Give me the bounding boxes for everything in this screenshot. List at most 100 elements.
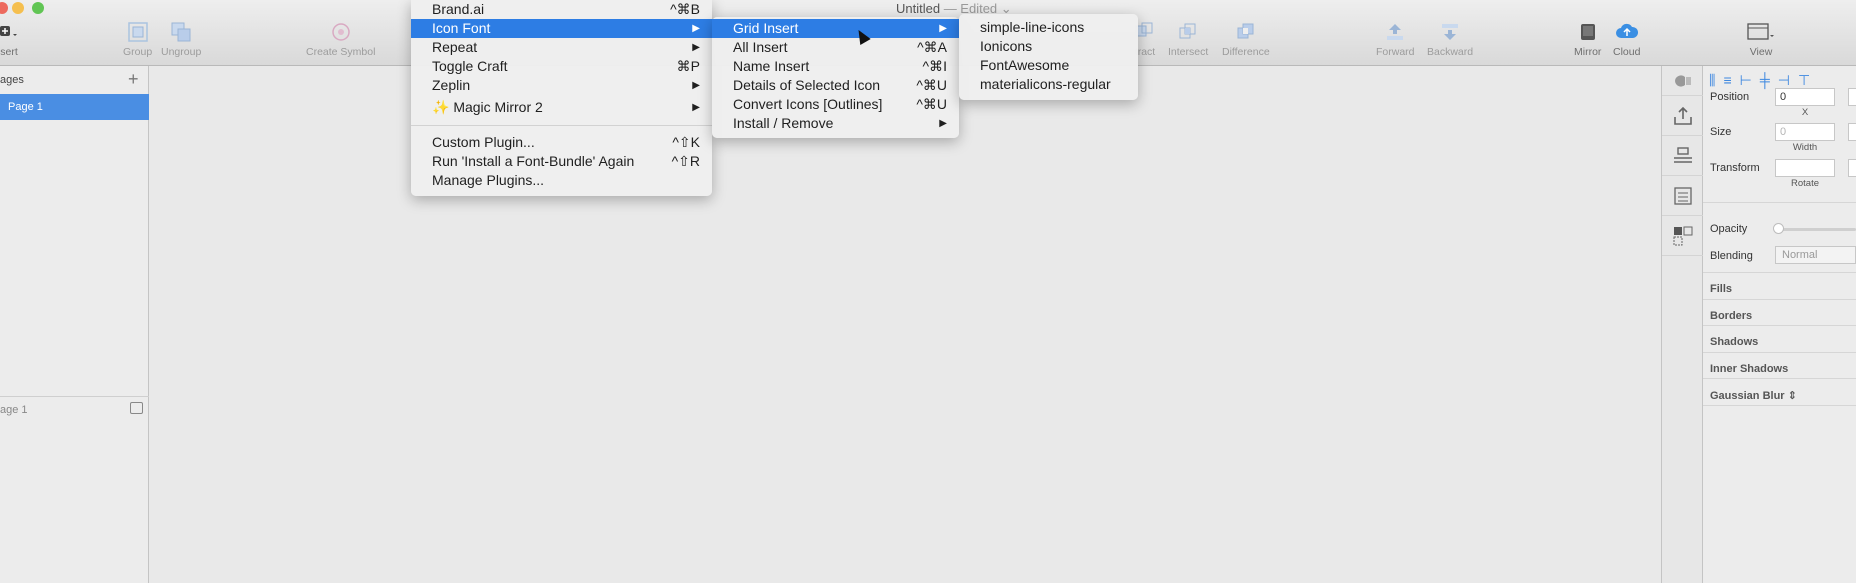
flip-input[interactable] bbox=[1848, 159, 1856, 177]
insert-button[interactable]: sert bbox=[0, 22, 18, 58]
blending-select[interactable]: Normal bbox=[1775, 246, 1856, 264]
shadows-section[interactable]: Shadows bbox=[1710, 336, 1758, 348]
intersect-label: Intersect bbox=[1168, 46, 1209, 58]
menu-item-install-remove[interactable]: Install / Remove ▶ bbox=[712, 114, 959, 133]
menu-item-icon-font[interactable]: Icon Font ▶ bbox=[411, 19, 712, 38]
window-close-button[interactable] bbox=[0, 2, 8, 14]
align-center-icon[interactable]: ╪ bbox=[1760, 72, 1770, 89]
window-zoom-button[interactable] bbox=[32, 2, 44, 14]
icon-font-submenu: Grid Insert ▶ All Insert ^⌘A Name Insert… bbox=[712, 17, 959, 138]
side-icon-strip bbox=[1661, 66, 1704, 583]
panel-divider[interactable] bbox=[0, 396, 149, 397]
canvas[interactable] bbox=[150, 66, 1661, 583]
menu-item-zeplin[interactable]: Zeplin ▶ bbox=[411, 76, 712, 95]
ungroup-label: Ungroup bbox=[161, 46, 202, 58]
menu-item-magic-mirror[interactable]: ✨ Magic Mirror 2 ▶ bbox=[411, 98, 712, 117]
menu-item-name-insert[interactable]: Name Insert ^⌘I bbox=[712, 57, 959, 76]
collapse-layers-icon[interactable] bbox=[130, 402, 143, 414]
menu-item-label: Custom Plugin... bbox=[432, 134, 535, 150]
view-label: View bbox=[1749, 46, 1773, 58]
alignment-bar: ⫼ ≡ ⊢ ╪ ⊣ ⊤ bbox=[1709, 72, 1810, 89]
align-top-icon[interactable]: ⊤ bbox=[1798, 72, 1810, 89]
position-y-input[interactable] bbox=[1848, 88, 1856, 106]
export-button[interactable] bbox=[1662, 96, 1704, 136]
width-input[interactable]: 0 bbox=[1775, 123, 1835, 141]
gaussian-blur-section[interactable]: Gaussian Blur ⇕ bbox=[1710, 389, 1797, 402]
inner-shadows-section[interactable]: Inner Shadows bbox=[1710, 363, 1788, 375]
forward-icon bbox=[1387, 24, 1404, 40]
menu-item-label: Zeplin bbox=[432, 77, 471, 93]
group-label: Group bbox=[123, 46, 153, 58]
menu-item-convert-icons[interactable]: Convert Icons [Outlines] ^⌘U bbox=[712, 95, 959, 114]
group-button[interactable]: Group bbox=[123, 22, 152, 58]
divider bbox=[1703, 405, 1856, 406]
mirror-button[interactable]: Mirror bbox=[1574, 22, 1601, 58]
menu-item-label: Icon Font bbox=[432, 20, 491, 36]
height-input[interactable] bbox=[1848, 123, 1856, 141]
fills-section[interactable]: Fills bbox=[1710, 283, 1732, 295]
craft-icon bbox=[1675, 74, 1691, 87]
divider bbox=[1703, 325, 1856, 326]
position-x-input[interactable]: 0 bbox=[1775, 88, 1835, 106]
menu-item-brand-ai[interactable]: Brand.ai ^⌘B bbox=[411, 0, 712, 19]
add-page-icon[interactable]: + bbox=[128, 69, 139, 90]
menu-item-label: Grid Insert bbox=[733, 20, 799, 36]
pages-panel: ages + Page 1 age 1 bbox=[0, 66, 149, 583]
ungroup-button[interactable]: Ungroup bbox=[161, 22, 201, 58]
menu-item-manage-plugins[interactable]: Manage Plugins... bbox=[411, 171, 712, 190]
menu-item-custom-plugin[interactable]: Custom Plugin... ^⇧K bbox=[411, 133, 712, 152]
rotate-input[interactable] bbox=[1775, 159, 1835, 177]
backward-icon bbox=[1442, 24, 1459, 40]
menu-item-toggle-craft[interactable]: Toggle Craft ⌘P bbox=[411, 57, 712, 76]
menu-item-repeat[interactable]: Repeat ▶ bbox=[411, 38, 712, 57]
window-minimize-button[interactable] bbox=[12, 2, 24, 14]
list-button[interactable] bbox=[1662, 176, 1704, 216]
forward-button[interactable]: Forward bbox=[1376, 22, 1415, 58]
view-button[interactable]: View bbox=[1747, 22, 1775, 58]
menu-item-run-install-again[interactable]: Run 'Install a Font-Bundle' Again ^⇧R bbox=[411, 152, 712, 171]
x-label: X bbox=[1801, 107, 1809, 118]
stack-icon bbox=[1674, 146, 1692, 163]
menu-item-fontawesome[interactable]: FontAwesome bbox=[959, 56, 1138, 75]
menu-item-materialicons-regular[interactable]: materialicons-regular bbox=[959, 75, 1138, 94]
menu-item-details-selected-icon[interactable]: Details of Selected Icon ^⌘U bbox=[712, 76, 959, 95]
opacity-slider-track[interactable] bbox=[1775, 228, 1856, 231]
difference-button[interactable]: Difference bbox=[1222, 22, 1270, 58]
opacity-slider-knob[interactable] bbox=[1773, 223, 1784, 234]
menu-item-shortcut: ^⌘A bbox=[917, 39, 947, 55]
menu-item-label: Ionicons bbox=[980, 38, 1033, 54]
menu-item-all-insert[interactable]: All Insert ^⌘A bbox=[712, 38, 959, 57]
intersect-icon bbox=[1179, 23, 1196, 39]
mirror-icon bbox=[1580, 24, 1595, 40]
grid-insert-submenu: simple-line-icons Ionicons FontAwesome m… bbox=[959, 14, 1138, 100]
symbols-button[interactable] bbox=[1662, 216, 1704, 256]
borders-section[interactable]: Borders bbox=[1710, 310, 1752, 322]
menu-item-label: Repeat bbox=[432, 39, 478, 55]
craft-toggle-button[interactable] bbox=[1662, 66, 1704, 96]
align-right-icon[interactable]: ⊣ bbox=[1778, 72, 1790, 89]
menu-item-shortcut: ^⇧K bbox=[672, 134, 700, 150]
menu-item-simple-line-icons[interactable]: simple-line-icons bbox=[959, 18, 1138, 37]
distribute-horizontal-icon[interactable]: ⫼ bbox=[1709, 72, 1715, 89]
difference-label: Difference bbox=[1222, 46, 1270, 58]
menu-item-label: materialicons-regular bbox=[980, 76, 1111, 92]
menu-item-shortcut: ⌘P bbox=[676, 58, 700, 74]
distribute-vertical-icon[interactable]: ≡ bbox=[1723, 72, 1731, 89]
create-symbol-button[interactable]: Create Symbol bbox=[306, 22, 375, 58]
page-list-item[interactable]: Page 1 bbox=[0, 94, 149, 120]
submenu-arrow-icon: ▶ bbox=[692, 23, 700, 34]
cloud-button[interactable]: Cloud bbox=[1613, 22, 1640, 58]
menu-item-label: Details of Selected Icon bbox=[733, 77, 881, 93]
divider bbox=[1703, 272, 1856, 273]
menu-item-label: Run 'Install a Font-Bundle' Again bbox=[432, 153, 635, 169]
divider bbox=[1703, 299, 1856, 300]
menu-item-ionicons[interactable]: Ionicons bbox=[959, 37, 1138, 56]
upload-icon bbox=[1674, 106, 1692, 125]
menu-item-grid-insert[interactable]: Grid Insert ▶ bbox=[712, 19, 959, 38]
align-left-icon[interactable]: ⊢ bbox=[1740, 72, 1752, 89]
stack-button[interactable] bbox=[1662, 136, 1704, 176]
menu-item-label: Convert Icons [Outlines] bbox=[733, 96, 883, 112]
backward-button[interactable]: Backward bbox=[1427, 22, 1473, 58]
intersect-button[interactable]: Intersect bbox=[1168, 22, 1208, 58]
divider bbox=[1703, 202, 1856, 203]
